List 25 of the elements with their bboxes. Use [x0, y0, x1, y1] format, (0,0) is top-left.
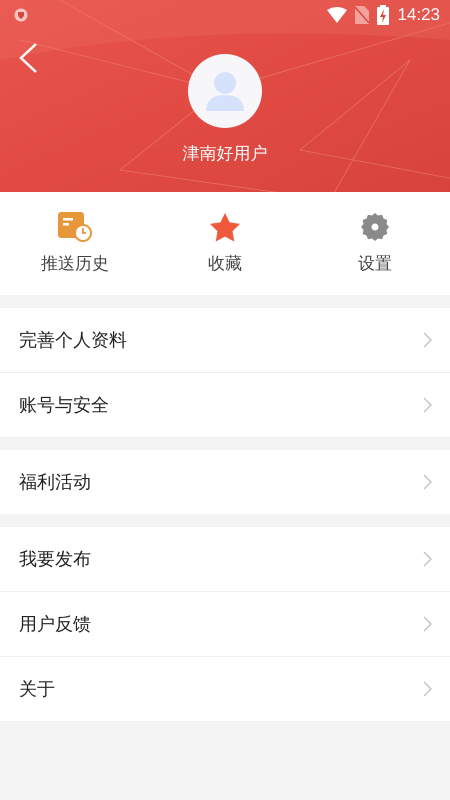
no-sim-icon: [355, 6, 370, 24]
menu-item-label: 用户反馈: [19, 613, 92, 636]
wifi-icon: [327, 7, 348, 23]
status-time: 14:23: [397, 5, 440, 25]
user-icon: [206, 71, 244, 111]
username: 津南好用户: [182, 143, 268, 165]
chevron-right-icon: [423, 551, 432, 567]
calendar-clock-icon: [58, 212, 92, 242]
star-icon: [209, 212, 241, 242]
chevron-right-icon: [423, 681, 432, 697]
chevron-right-icon: [423, 397, 432, 413]
settings-icon: [360, 212, 390, 242]
shield-icon: [14, 8, 28, 22]
menu-item-label: 我要发布: [19, 548, 92, 571]
chevron-right-icon: [423, 474, 432, 490]
quick-action-button[interactable]: 设置: [300, 212, 450, 275]
quick-action-button[interactable]: 推送历史: [0, 212, 150, 275]
menu-item-label: 账号与安全: [19, 394, 110, 417]
battery-charging-icon: [377, 5, 390, 25]
menu-item-label: 福利活动: [19, 471, 92, 494]
quick-action-button[interactable]: 收藏: [150, 212, 300, 275]
menu-item-label: 关于: [19, 678, 56, 701]
menu-item-label: 完善个人资料: [19, 329, 128, 352]
chevron-right-icon: [423, 332, 432, 348]
chevron-right-icon: [423, 616, 432, 632]
